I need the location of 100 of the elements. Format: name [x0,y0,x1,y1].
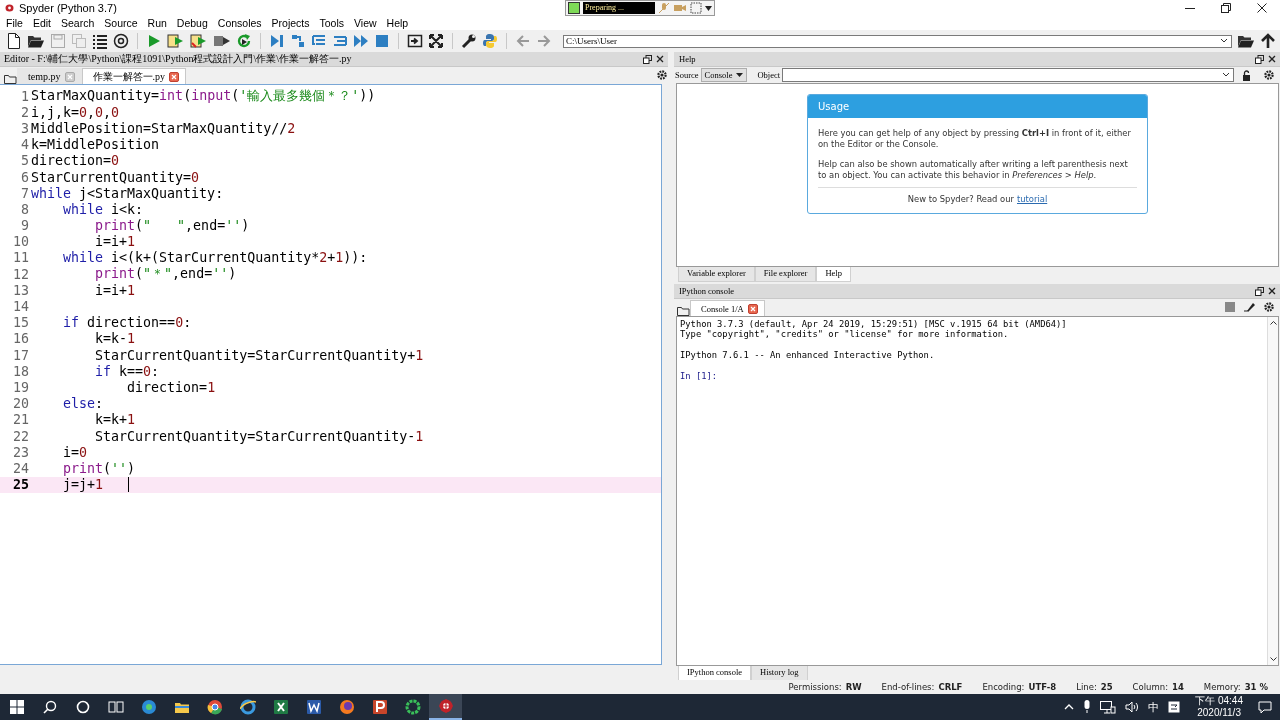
text-cursor [127,477,129,493]
app-icon[interactable] [305,699,322,715]
up-arrow-icon[interactable] [1260,33,1276,49]
file-tab[interactable]: 作業一解答一.py [81,68,186,84]
code-line: print(" ",end='') [94,216,250,235]
menu-item[interactable]: Consoles [212,16,267,29]
debug-icon[interactable] [269,33,285,49]
close-icon[interactable] [1268,287,1276,295]
console-prompt: In [1]: [680,370,719,382]
settings-icon[interactable] [1263,301,1275,313]
at-sign-icon[interactable] [113,33,129,49]
rerun-icon[interactable] [236,33,252,49]
open-folder-icon[interactable] [1237,33,1255,49]
restore-icon[interactable] [1221,2,1231,13]
line-number: 23 [12,444,29,460]
list-icon[interactable] [92,33,108,49]
chevron-up-icon[interactable] [1269,320,1277,325]
code-line: StarCurrentQuantity=StarCurrentQuantity+1 [94,347,424,363]
lock-icon[interactable] [1242,69,1251,81]
menu-item[interactable]: Help [381,16,414,29]
menu-item[interactable]: Tools [314,16,350,29]
run-cell-advance-icon[interactable] [190,33,208,49]
browse-tabs-icon[interactable] [677,305,690,316]
settings-icon[interactable] [656,69,668,81]
menu-item[interactable]: Projects [266,16,315,29]
notification-icon[interactable] [1258,700,1272,714]
microphone-icon[interactable] [1083,700,1092,714]
menu-item[interactable]: File [1,16,28,29]
spider-logo-icon [5,3,14,12]
maximize-pane-icon[interactable] [407,33,423,49]
line-number: 19 [12,379,29,395]
search-icon[interactable] [42,700,57,714]
speaker-icon[interactable] [1125,701,1140,713]
note-icon[interactable] [1168,701,1181,713]
dotted-rectangle-icon[interactable] [690,2,702,14]
menu-item[interactable]: View [349,16,382,29]
close-icon[interactable] [1268,55,1276,63]
fullscreen-icon[interactable] [428,33,444,49]
python-logo-icon[interactable] [482,33,498,49]
pane-tab[interactable]: File explorer [754,267,817,282]
clock[interactable]: 下午 04:44 2020/11/3 [1195,695,1243,719]
code-line: if direction==0: [62,315,192,331]
help-footer-text: New to Spyder? Read our [907,194,1014,204]
source-dropdown[interactable]: Console [700,68,748,82]
code-line: if k==0: [94,363,160,379]
menu-item[interactable]: Source [99,16,143,29]
run-icon[interactable] [146,33,162,49]
pane-tab[interactable]: Help [816,267,851,282]
run-selection-icon[interactable] [213,33,231,49]
line-number: 1 [20,88,29,104]
open-folder-icon[interactable] [27,33,45,49]
tutorial-link[interactable]: tutorial [1017,194,1048,204]
code-line: StarCurrentQuantity=0 [30,169,200,185]
status-value: 31 % [1244,682,1268,692]
status-value: 14 [1172,682,1184,692]
object-field[interactable] [782,68,1234,82]
dropdown-caret-icon[interactable] [1220,38,1228,44]
eraser-icon[interactable] [1243,302,1255,312]
chevron-down-icon[interactable] [1269,657,1277,662]
undock-icon[interactable] [643,54,652,64]
undock-icon[interactable] [1255,54,1264,64]
console-tab[interactable]: Console 1/A [690,300,765,316]
record-square-icon[interactable] [568,2,580,14]
caret-icon[interactable] [705,5,712,11]
menu-item[interactable]: Run [142,16,172,29]
scroll-bar[interactable] [1267,317,1278,665]
browse-tabs-icon[interactable] [4,73,17,84]
help-paragraph: Help can also be shown automatically after writing a left parenthesis next to an object. You can activate this behavior in Preferences > Help. [818,159,1129,180]
close-icon[interactable] [1257,2,1267,13]
network-icon[interactable] [1100,700,1117,714]
close-icon[interactable] [656,55,664,63]
step-icon[interactable] [290,33,306,49]
undock-icon[interactable] [1255,286,1264,296]
stop-icon[interactable] [374,33,390,49]
card-heading: Usage [808,95,1147,118]
app-icon[interactable] [371,699,388,715]
clock-date: 2020/11/3 [1197,707,1241,719]
file-tab[interactable]: temp.py [17,68,82,84]
app-icon[interactable] [404,699,421,715]
menu-item[interactable]: Debug [171,16,213,29]
app-icon[interactable] [206,699,223,715]
windows-logo-icon[interactable] [9,700,24,714]
app-icon[interactable] [239,699,256,715]
code-editor[interactable] [0,84,662,665]
run-cell-icon[interactable] [167,33,185,49]
app-icon[interactable] [272,699,289,715]
continue-icon[interactable] [353,33,369,49]
wrench-icon[interactable] [461,33,477,49]
path-field[interactable]: C:\Users\User [563,34,1232,48]
task-view-icon[interactable] [107,700,124,714]
code-line: direction=0 [30,153,120,169]
new-file-icon[interactable] [6,32,22,50]
step-return-icon[interactable] [332,33,348,49]
settings-icon[interactable] [1263,69,1275,81]
menu-item[interactable]: Search [56,16,100,29]
pane-tab[interactable]: Variable explorer [678,267,755,282]
menu-item[interactable]: Edit [27,16,56,29]
input-method-indicator[interactable]: 中 [1148,699,1160,715]
ring-icon[interactable] [75,700,90,714]
app-icon[interactable] [140,699,157,715]
